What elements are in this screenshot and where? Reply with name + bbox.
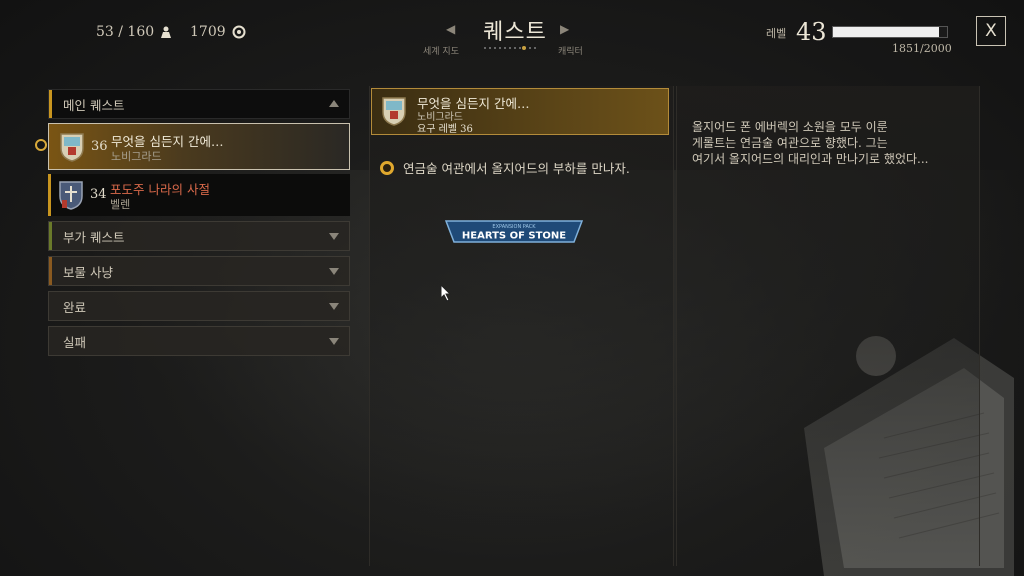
tab-world-map[interactable]: 세계 지도	[423, 44, 459, 57]
detail-required-level: 요구 레벨 36	[417, 124, 473, 135]
page-title: 퀘스트	[483, 20, 547, 45]
description-line: 게롤트는 연금술 여관으로 향했다. 그는	[692, 136, 888, 150]
weight-value: 53 / 160	[96, 24, 155, 40]
quest-level: 36	[91, 139, 108, 154]
quest-item[interactable]: 34 포도주 나라의 사절 벨렌	[48, 174, 350, 216]
category-label: 부가 퀘스트	[63, 229, 125, 245]
tracked-quest-marker-icon	[35, 139, 47, 151]
tab-page-indicator	[484, 46, 536, 50]
category-label: 완료	[63, 299, 87, 315]
category-color-bar	[49, 257, 52, 285]
xp-value: 1851/2000	[892, 42, 952, 55]
level-value: 43	[796, 18, 827, 46]
category-label: 메인 퀘스트	[63, 97, 125, 113]
description-line: 여기서 올지어드의 대리인과 만나기로 했었다...	[692, 152, 929, 166]
category-main-quests[interactable]: 메인 퀘스트	[48, 89, 350, 119]
objective-marker-icon	[380, 160, 394, 175]
expansion-title: HEARTS OF STONE	[462, 231, 566, 242]
category-treasure-hunts[interactable]: 보물 사냥	[48, 256, 350, 286]
category-color-bar	[49, 222, 52, 250]
quest-description: 올지어드 폰 에버렉의 소원을 모두 이룬 게롤트는 연금술 여관으로 향했다.…	[692, 119, 962, 167]
description-line: 올지어드 폰 에버렉의 소원을 모두 이룬	[692, 120, 888, 134]
category-failed[interactable]: 실패	[48, 326, 350, 356]
weight-icon	[161, 26, 172, 38]
expansion-subtitle: EXPANSION PACK	[492, 224, 536, 230]
crowns-value: 1709	[190, 24, 226, 40]
mouse-cursor-icon	[440, 284, 452, 302]
collapse-arrow-icon[interactable]	[329, 100, 339, 107]
quest-level: 34	[90, 187, 107, 202]
xp-progress-fill	[833, 27, 939, 37]
hearts-of-stone-badge: EXPANSION PACK HEARTS OF STONE	[444, 220, 584, 243]
quest-detail-header: 무엇을 심든지 간에… 노비그라드 요구 레벨 36	[371, 88, 669, 135]
category-color-bar	[49, 90, 52, 118]
quest-item-selected[interactable]: 36 무엇을 심든지 간에… 노비그라드	[48, 123, 350, 170]
quest-location: 노비그라드	[111, 150, 162, 163]
level-label: 레벨	[766, 27, 787, 40]
crowns-counter: 1709	[190, 24, 246, 40]
objective-text: 연금술 여관에서 올지어드의 부하를 만나자.	[403, 161, 630, 176]
category-completed[interactable]: 완료	[48, 291, 350, 321]
expand-arrow-icon[interactable]	[329, 303, 339, 310]
tab-character[interactable]: 캐릭터	[558, 44, 583, 57]
quest-shield-icon	[60, 133, 84, 162]
category-label: 보물 사냥	[63, 264, 113, 280]
expand-arrow-icon[interactable]	[329, 268, 339, 275]
crowns-icon	[232, 25, 246, 39]
title-container: 퀘스트	[420, 14, 610, 46]
inventory-weight: 53 / 160	[96, 24, 172, 40]
quest-location: 벨렌	[110, 198, 131, 211]
close-button[interactable]: X	[976, 16, 1006, 46]
category-label: 실패	[63, 334, 87, 350]
expand-arrow-icon[interactable]	[329, 338, 339, 345]
quest-shield-icon	[59, 181, 83, 210]
quest-shield-icon	[382, 97, 406, 126]
category-side-quests[interactable]: 부가 퀘스트	[48, 221, 350, 251]
xp-progress-bar	[832, 26, 948, 38]
expand-arrow-icon[interactable]	[329, 233, 339, 240]
objective-row[interactable]: 연금술 여관에서 올지어드의 부하를 만나자.	[380, 158, 630, 177]
